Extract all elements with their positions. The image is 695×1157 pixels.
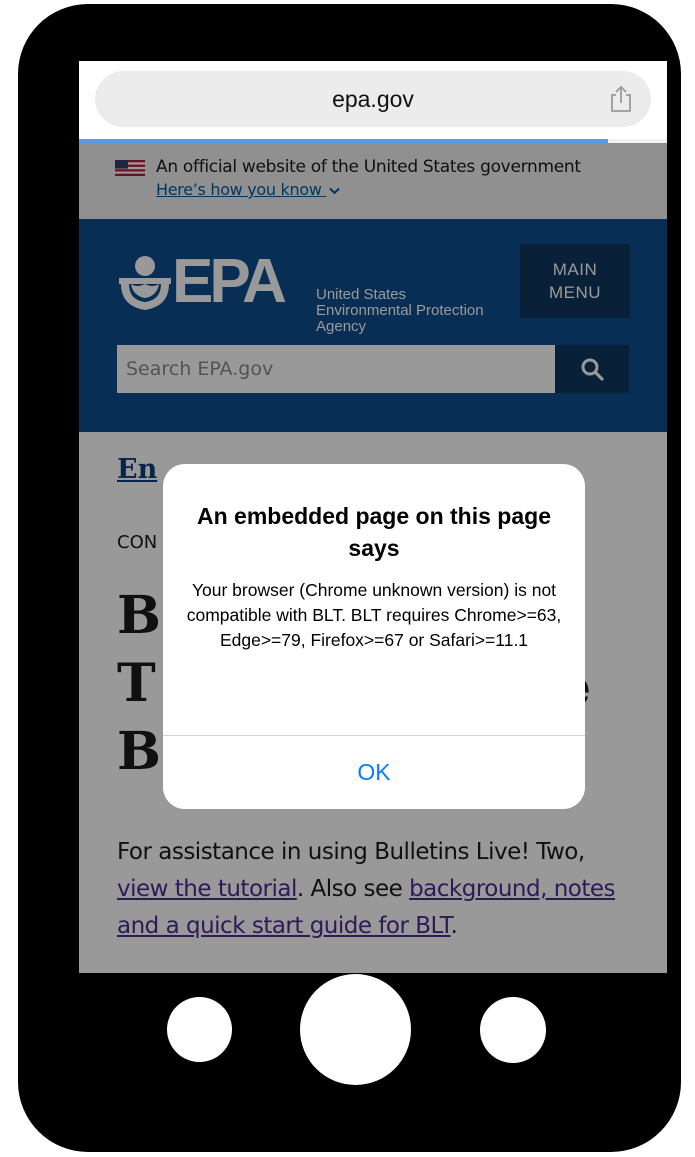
dialog-message: Your browser (Chrome unknown version) is… (186, 580, 562, 650)
share-icon[interactable] (609, 85, 633, 113)
browser-toolbar: epa.gov (79, 61, 667, 139)
phone-screen: epa.gov An official website of the Unite… (79, 61, 667, 973)
ok-button[interactable]: OK (163, 736, 585, 809)
address-bar[interactable]: epa.gov (95, 71, 651, 127)
alert-dialog: An embedded page on this page says Your … (163, 464, 585, 809)
dialog-title: An embedded page on this page says (197, 503, 551, 561)
url-text[interactable]: epa.gov (95, 71, 651, 127)
phone-frame: epa.gov An official website of the Unite… (18, 4, 681, 1152)
right-hardware-button[interactable] (480, 997, 546, 1063)
home-button[interactable] (300, 974, 411, 1085)
left-hardware-button[interactable] (167, 997, 232, 1062)
